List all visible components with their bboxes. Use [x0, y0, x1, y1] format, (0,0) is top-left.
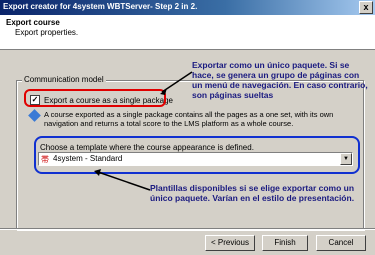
callout-arrows [94, 71, 193, 191]
arrow-head-2 [94, 169, 101, 176]
annotation-single-package: Exportar como un único paquete. Si se ha… [192, 60, 368, 100]
annotation-templates: Plantillas disponibles si se elige expor… [150, 183, 355, 203]
arrow-head-1 [160, 88, 167, 95]
arrow-line-2 [97, 171, 151, 191]
